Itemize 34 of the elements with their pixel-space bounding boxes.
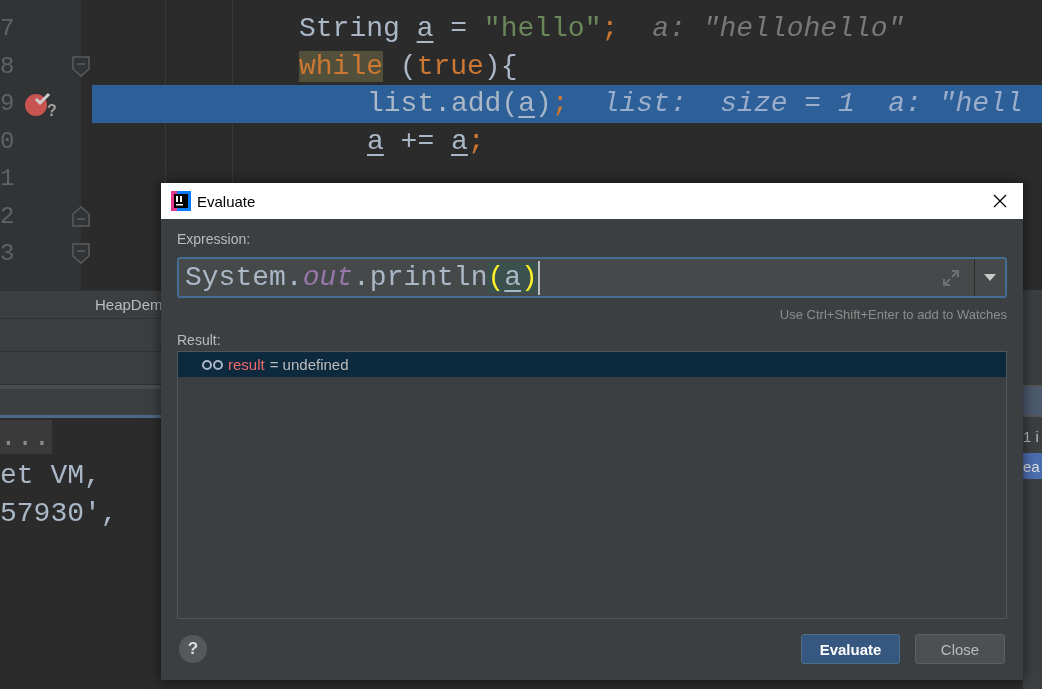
editor-tab[interactable]: HeapDem: [95, 296, 163, 313]
inline-value-hint: list: size = 1 a: "hell: [602, 88, 1023, 120]
dropdown-arrow-icon[interactable]: [984, 273, 996, 282]
watch-glasses-icon: [202, 359, 223, 370]
panel-tab[interactable]: ea: [1023, 453, 1042, 479]
field-label: Expression:: [177, 231, 252, 247]
evaluate-button[interactable]: Evaluate: [801, 634, 900, 664]
fold-marker-icon[interactable]: [71, 204, 91, 228]
expression-field[interactable]: System.out.println(a): [177, 257, 1007, 298]
shortcut-hint: Use Ctrl+Shift+Enter to add to Watches: [778, 307, 1007, 322]
panel-header: [1023, 385, 1042, 417]
code-line: while (true){: [299, 50, 518, 82]
console-line: et VM,: [0, 459, 101, 491]
code-line: list.add(a);: [367, 88, 569, 120]
code-line: String a = "hello";: [299, 13, 619, 45]
app-logo-icon: [171, 191, 191, 211]
result-label: Result:: [177, 332, 222, 348]
dialog-title: Evaluate: [197, 192, 257, 210]
breakpoint-status-label: ?: [47, 101, 57, 120]
close-button[interactable]: Close: [915, 634, 1005, 664]
result-row[interactable]: result = undefined: [178, 352, 1006, 377]
folded-text[interactable]: ...: [0, 420, 52, 454]
variable-value: = undefined: [269, 356, 349, 373]
fold-marker-icon[interactable]: [71, 54, 91, 78]
expression-text: System.out.println(a): [185, 262, 538, 293]
expand-icon[interactable]: [942, 268, 960, 287]
code-line: a += a;: [367, 125, 485, 157]
fold-marker-icon[interactable]: [71, 242, 91, 266]
help-button[interactable]: ?: [179, 635, 207, 663]
inline-value-hint: a: "hellohello": [652, 13, 905, 45]
text-cursor: [537, 260, 540, 295]
variable-name: result: [228, 356, 265, 373]
console-line: 57930',: [0, 497, 118, 529]
panel-text: 1 i: [1023, 426, 1040, 447]
